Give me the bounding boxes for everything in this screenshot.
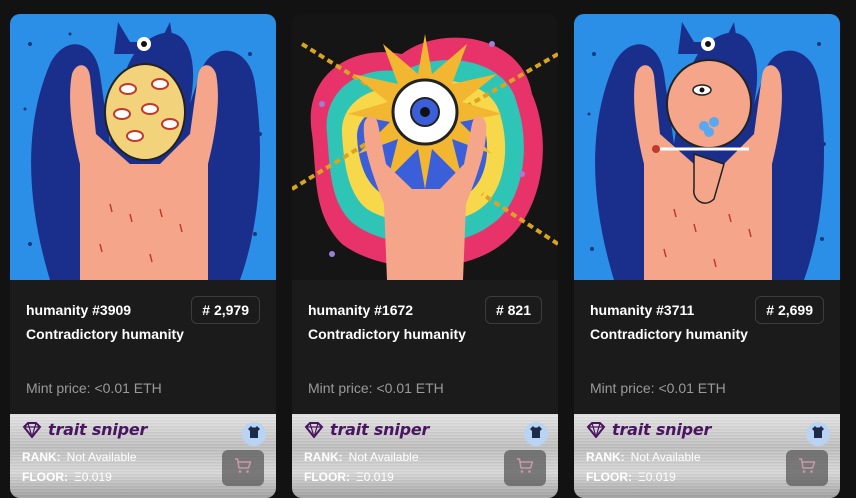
mint-price: Mint price: <0.01 ETH	[308, 380, 444, 396]
trait-sniper-logo[interactable]: trait sniper	[22, 420, 147, 439]
sniper-floor: FLOOR: Ξ0.019	[586, 470, 676, 484]
collection-name[interactable]: Contradictory humanity	[26, 326, 184, 342]
mint-price-label: Mint price:	[590, 380, 655, 396]
cart-icon	[516, 457, 534, 479]
sniper-rank-label: RANK:	[586, 450, 625, 464]
diamond-icon	[586, 421, 606, 438]
nft-name: humanity #3909	[26, 302, 132, 318]
mint-price-value: <0.01 ETH	[658, 380, 726, 396]
shirt-icon	[529, 425, 543, 444]
sniper-rank-value: Not Available	[348, 450, 419, 464]
trait-sniper-logo[interactable]: trait sniper	[586, 420, 711, 439]
nft-artwork-3711	[574, 14, 840, 280]
shirt-button[interactable]	[242, 422, 266, 446]
nft-card[interactable]: humanity #1672 # 821 Contradictory human…	[292, 14, 558, 498]
nft-card-grid: humanity #3909 # 2,979 Contradictory hum…	[0, 0, 856, 498]
nft-card-info: humanity #1672 # 821 Contradictory human…	[292, 280, 558, 414]
sniper-floor-value: Ξ0.019	[74, 470, 112, 484]
cart-icon	[798, 457, 816, 479]
shirt-button[interactable]	[806, 422, 830, 446]
trait-sniper-brand: trait sniper	[330, 420, 430, 439]
sniper-rank: RANK: Not Available	[304, 450, 419, 464]
mint-price: Mint price: <0.01 ETH	[26, 380, 162, 396]
trait-sniper-panel: trait sniper RANK: Not Available FLOOR: Ξ0…	[574, 414, 840, 498]
diamond-icon	[304, 421, 324, 438]
trait-sniper-brand: trait sniper	[48, 420, 148, 439]
sniper-rank: RANK: Not Available	[22, 450, 137, 464]
rarity-rank-badge: # 2,699	[755, 296, 824, 324]
mint-price-label: Mint price:	[26, 380, 91, 396]
add-to-cart-button[interactable]	[786, 450, 828, 486]
nft-card[interactable]: humanity #3909 # 2,979 Contradictory hum…	[10, 14, 276, 498]
nft-artwork-3909	[10, 14, 276, 280]
sniper-rank-label: RANK:	[304, 450, 343, 464]
nft-name: humanity #3711	[590, 302, 695, 318]
shirt-icon	[247, 425, 261, 444]
sniper-floor-label: FLOOR:	[586, 470, 632, 484]
rarity-rank-badge: # 2,979	[191, 296, 260, 324]
collection-name[interactable]: Contradictory humanity	[308, 326, 466, 342]
sniper-rank: RANK: Not Available	[586, 450, 701, 464]
cart-icon	[234, 457, 252, 479]
trait-sniper-panel: trait sniper RANK: Not Available FLOOR: Ξ0…	[10, 414, 276, 498]
nft-artwork-image[interactable]	[292, 14, 558, 280]
nft-card-info: humanity #3711 # 2,699 Contradictory hum…	[574, 280, 840, 414]
trait-sniper-panel: trait sniper RANK: Not Available FLOOR: Ξ0…	[292, 414, 558, 498]
add-to-cart-button[interactable]	[222, 450, 264, 486]
sniper-floor-label: FLOOR:	[304, 470, 350, 484]
mint-price-value: <0.01 ETH	[94, 380, 162, 396]
mint-price-value: <0.01 ETH	[376, 380, 444, 396]
rarity-rank-badge: # 821	[484, 296, 542, 324]
sniper-rank-label: RANK:	[22, 450, 61, 464]
sniper-floor-label: FLOOR:	[22, 470, 68, 484]
diamond-icon	[22, 421, 42, 438]
nft-card[interactable]: humanity #3711 # 2,699 Contradictory hum…	[574, 14, 840, 498]
nft-artwork-image[interactable]	[10, 14, 276, 280]
collection-name[interactable]: Contradictory humanity	[590, 326, 748, 342]
add-to-cart-button[interactable]	[504, 450, 546, 486]
nft-card-info: humanity #3909 # 2,979 Contradictory hum…	[10, 280, 276, 414]
sniper-floor-value: Ξ0.019	[356, 470, 394, 484]
trait-sniper-logo[interactable]: trait sniper	[304, 420, 429, 439]
mint-price-label: Mint price:	[308, 380, 373, 396]
sniper-floor: FLOOR: Ξ0.019	[304, 470, 394, 484]
sniper-floor: FLOOR: Ξ0.019	[22, 470, 112, 484]
shirt-icon	[811, 425, 825, 444]
nft-artwork-image[interactable]	[574, 14, 840, 280]
trait-sniper-brand: trait sniper	[612, 420, 712, 439]
sniper-rank-value: Not Available	[630, 450, 701, 464]
nft-artwork-1672	[292, 14, 558, 280]
mint-price: Mint price: <0.01 ETH	[590, 380, 726, 396]
nft-name: humanity #1672	[308, 302, 414, 318]
sniper-rank-value: Not Available	[66, 450, 137, 464]
sniper-floor-value: Ξ0.019	[638, 470, 676, 484]
shirt-button[interactable]	[524, 422, 548, 446]
